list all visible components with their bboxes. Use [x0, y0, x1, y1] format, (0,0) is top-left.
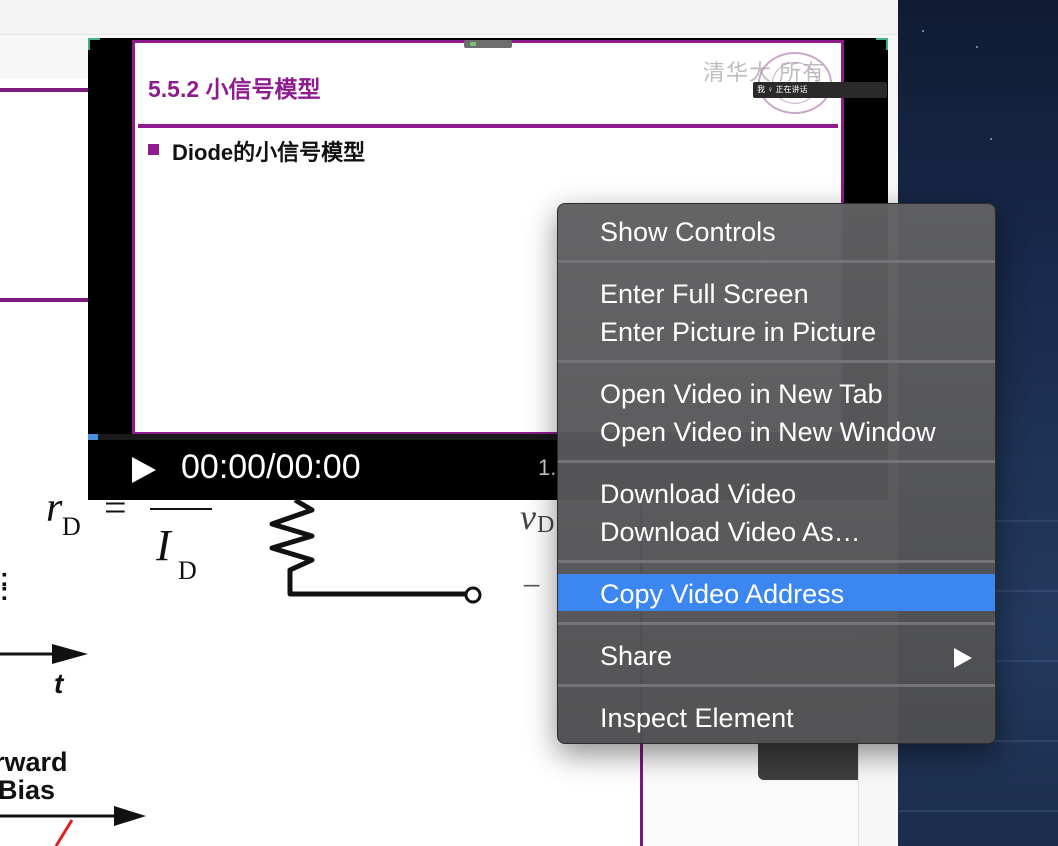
menu-item-label: Share: [600, 641, 673, 671]
playback-speed-button[interactable]: 1.: [538, 455, 556, 481]
menu-item-label: Copy Video Address: [600, 579, 845, 609]
time-axis-arrowhead: [52, 644, 88, 664]
page-header-strip: [0, 0, 898, 35]
slide-bullet-text: Diode的小信号模型: [172, 140, 366, 165]
star: [922, 30, 924, 32]
menu-item-open-video-new-tab[interactable]: Open Video in New Tab: [558, 374, 995, 411]
menu-item-enter-picture-in-picture[interactable]: Enter Picture in Picture: [558, 312, 995, 349]
menu-item-inspect-element[interactable]: Inspect Element: [558, 698, 995, 735]
submenu-arrow-icon: [954, 648, 972, 668]
slide-rule: [0, 298, 100, 302]
red-curve: [54, 819, 74, 846]
menu-item-label: Download Video As…: [600, 517, 861, 547]
star: [990, 138, 992, 140]
menu-separator: [558, 460, 995, 463]
slide-title-rule: [138, 124, 838, 128]
menu-separator: [558, 360, 995, 363]
menu-item-share[interactable]: Share: [558, 636, 995, 673]
menu-item-enter-full-screen[interactable]: Enter Full Screen: [558, 274, 995, 311]
capture-corner-left: [88, 38, 100, 50]
menu-item-label: Show Controls: [600, 217, 776, 247]
menu-item-label: Open Video in New Window: [600, 417, 936, 447]
menu-separator: [558, 560, 995, 563]
play-icon[interactable]: [124, 452, 164, 488]
star: [976, 46, 978, 48]
menu-item-label: Open Video in New Tab: [600, 379, 883, 409]
context-menu: Show Controls Enter Full Screen Enter Pi…: [557, 203, 996, 744]
menu-separator: [558, 622, 995, 625]
bias-axis-arrowhead: [114, 806, 146, 826]
slide-title: 5.5.2 小信号模型: [148, 76, 321, 102]
menu-separator: [558, 684, 995, 687]
document-figure-svg: [0, 497, 482, 846]
menu-item-label: Inspect Element: [600, 703, 794, 733]
menu-item-copy-video-address[interactable]: Copy Video Address: [558, 574, 995, 611]
video-time-display: 00:00/00:00: [181, 448, 361, 486]
menu-item-download-video[interactable]: Download Video: [558, 474, 995, 511]
terminal-node: [464, 586, 482, 604]
capture-corner-right: [876, 38, 888, 50]
resistor-symbol: [269, 497, 468, 597]
floating-panel-tab[interactable]: [758, 740, 858, 780]
speaking-indicator-text: 我 ♀ 正在讲话: [757, 85, 808, 94]
menu-item-open-video-new-window[interactable]: Open Video in New Window: [558, 412, 995, 449]
menu-item-download-video-as[interactable]: Download Video As…: [558, 512, 995, 549]
menu-item-label: Enter Full Screen: [600, 279, 809, 309]
menu-item-show-controls[interactable]: Show Controls: [558, 212, 995, 249]
bullet-square-icon: [148, 144, 159, 155]
recording-dot-icon: [470, 42, 476, 46]
menu-item-label: Enter Picture in Picture: [600, 317, 877, 347]
water-ripple: [898, 810, 1058, 812]
menu-separator: [558, 260, 995, 263]
menu-item-label: Download Video: [600, 479, 797, 509]
slide-rule: [0, 88, 100, 92]
